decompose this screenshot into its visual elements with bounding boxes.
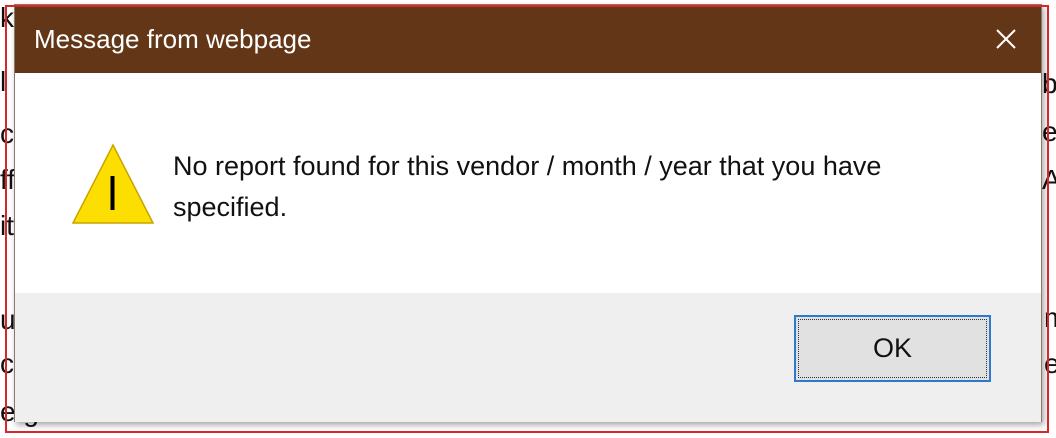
dialog-titlebar: Message from webpage bbox=[15, 5, 1041, 73]
background-text-fragment: c bbox=[0, 348, 14, 379]
background-text-fragment: m bbox=[1044, 302, 1056, 333]
ok-button[interactable]: OK bbox=[794, 315, 991, 382]
background-text-fragment: it bbox=[0, 210, 14, 241]
background-text-fragment: e bbox=[1042, 116, 1056, 147]
close-icon bbox=[996, 29, 1016, 49]
background-text-fragment: A bbox=[1042, 164, 1056, 195]
dialog-body: No report found for this vendor / month … bbox=[15, 73, 1041, 293]
background-text-fragment: k bbox=[0, 2, 14, 33]
background-text-fragment: ff bbox=[0, 164, 16, 195]
close-button[interactable] bbox=[971, 5, 1041, 73]
page: k l c ff it u c e g b e A m e Message fr… bbox=[0, 0, 1056, 438]
dialog-footer: OK bbox=[15, 293, 1041, 422]
ok-button-label: OK bbox=[872, 333, 912, 363]
dialog-title: Message from webpage bbox=[34, 24, 312, 54]
warning-icon bbox=[71, 143, 155, 224]
dialog-message: No report found for this vendor / month … bbox=[173, 151, 882, 222]
message-dialog: Message from webpage No report found for… bbox=[14, 4, 1042, 422]
background-text-fragment: e bbox=[1044, 348, 1056, 379]
background-text-fragment: l bbox=[0, 66, 7, 97]
background-text-fragment: b bbox=[1042, 68, 1056, 99]
background-text-fragment: c bbox=[0, 118, 14, 149]
